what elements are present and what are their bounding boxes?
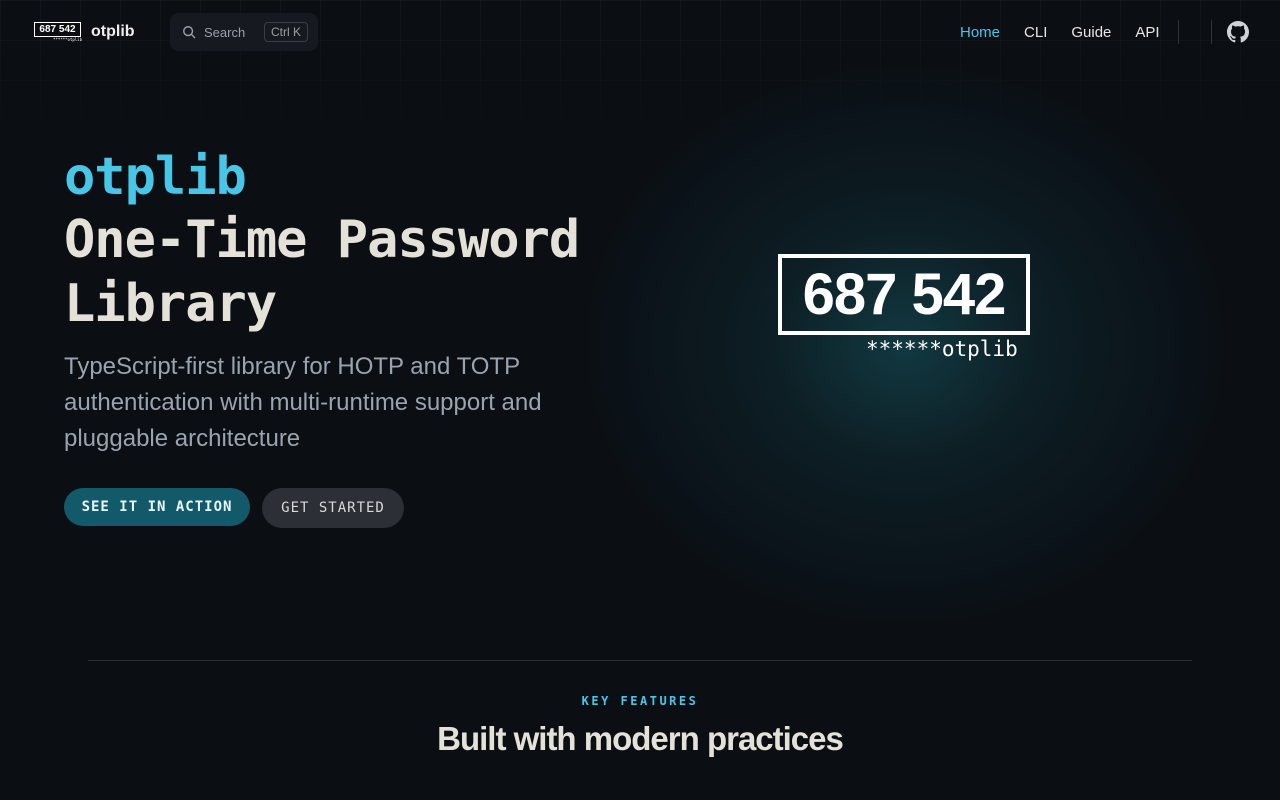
hero-title: One-Time Password Library [64, 210, 580, 334]
nav-link-api[interactable]: API [1135, 24, 1159, 41]
nav-link-guide[interactable]: Guide [1071, 24, 1111, 41]
github-icon[interactable] [1227, 21, 1249, 43]
search-label: Search [204, 24, 246, 40]
brand-home-link[interactable]: 687 542 ******otplib otplib [34, 20, 135, 44]
hero-name: otplib [64, 147, 247, 207]
features-eyebrow: KEY FEATURES [581, 694, 699, 708]
hero-logo-sub: ******otplib [866, 337, 1018, 361]
search-shortcut: Ctrl K [264, 22, 308, 42]
brand-logo-code: 687 542 [34, 22, 81, 37]
nav-link-cli[interactable]: CLI [1024, 24, 1047, 41]
features-title: Built with modern practices [437, 720, 844, 757]
search-button[interactable]: Search Ctrl K [170, 13, 318, 51]
hero-logo-code: 687 542 [778, 254, 1030, 335]
search-icon [183, 26, 196, 39]
nav-divider [1178, 20, 1179, 44]
top-navbar: 687 542 ******otplib otplib Search Ctrl … [0, 0, 1280, 64]
see-it-in-action-button[interactable]: SEE IT IN ACTION [64, 488, 250, 526]
brand-logo: 687 542 ******otplib [34, 20, 82, 44]
section-divider [88, 660, 1192, 661]
nav-link-home[interactable]: Home [960, 24, 1000, 41]
nav-links: Home CLI Guide API [948, 20, 1172, 44]
brand-name: otplib [91, 23, 135, 40]
get-started-button[interactable]: GET STARTED [262, 488, 404, 528]
nav-divider [1211, 20, 1212, 44]
brand-logo-sub: ******otplib [53, 37, 82, 42]
hero-tagline: TypeScript-first library for HOTP and TO… [64, 353, 542, 452]
